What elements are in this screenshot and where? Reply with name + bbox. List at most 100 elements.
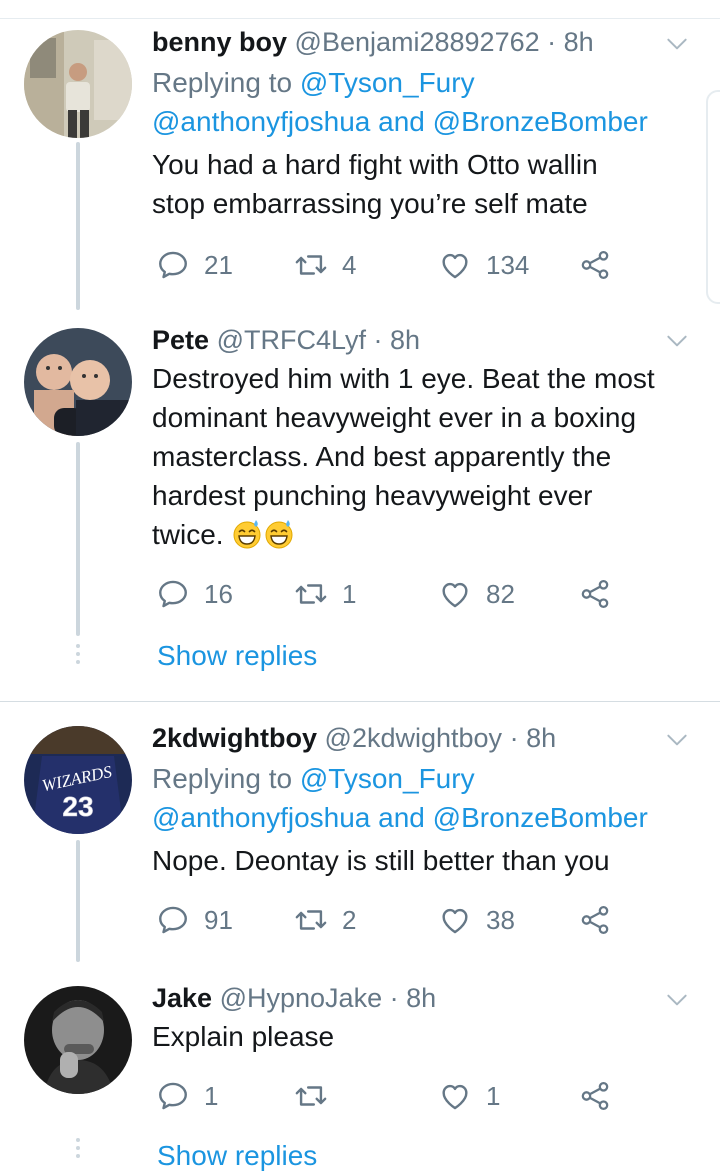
- share-icon: [578, 248, 612, 282]
- mention-link[interactable]: @Tyson_Fury: [300, 67, 475, 98]
- tweet-header: benny boy @Benjami28892762 · 8h: [152, 24, 700, 60]
- chevron-down-icon[interactable]: [664, 31, 690, 57]
- tweet-text-line: dominant heavyweight ever in a boxing: [152, 402, 637, 433]
- separator-dot: ·: [373, 325, 383, 355]
- like-button[interactable]: 1: [438, 1074, 500, 1118]
- thread-line: [76, 840, 80, 962]
- retweet-icon: [294, 248, 328, 282]
- share-button[interactable]: [578, 898, 612, 942]
- like-icon: [438, 1079, 472, 1113]
- like-count: 82: [486, 578, 515, 609]
- reply-count: 1: [204, 1080, 219, 1111]
- reply-button[interactable]: 91: [156, 898, 233, 942]
- user-name[interactable]: Jake: [152, 983, 212, 1013]
- tweet-time[interactable]: 8h: [564, 27, 594, 57]
- tweet-text-line: Nope. Deontay is still better than you: [152, 845, 610, 876]
- user-name[interactable]: 2kdwightboy: [152, 723, 317, 753]
- retweet-button[interactable]: 4: [294, 243, 356, 287]
- reply-button[interactable]: 16: [156, 572, 233, 616]
- tweet-header: 2kdwightboy @2kdwightboy · 8h: [152, 720, 700, 756]
- user-handle[interactable]: @Benjami28892762: [295, 27, 540, 57]
- reply-count: 21: [204, 249, 233, 280]
- share-button[interactable]: [578, 572, 612, 616]
- share-button[interactable]: [578, 243, 612, 287]
- share-button[interactable]: [578, 1074, 612, 1118]
- reply-icon: [156, 903, 190, 937]
- mention-link[interactable]: @anthonyfjoshua: [152, 106, 370, 137]
- reply-button[interactable]: 21: [156, 243, 233, 287]
- share-icon: [578, 1079, 612, 1113]
- mention-link[interactable]: @BronzeBomber: [433, 106, 648, 137]
- like-button[interactable]: 82: [438, 572, 515, 616]
- separator-dot: ·: [389, 983, 399, 1013]
- replying-to: Replying to @Tyson_Fury: [152, 759, 700, 798]
- separator-dot: ·: [509, 723, 519, 753]
- mention-link[interactable]: @BronzeBomber: [433, 802, 648, 833]
- avatar[interactable]: [24, 328, 132, 436]
- show-replies-link[interactable]: Show replies: [157, 1140, 317, 1172]
- tweet-pete[interactable]: Pete @TRFC4Lyf · 8h Destroyed him with 1…: [0, 310, 720, 702]
- and-others-link[interactable]: and: [378, 802, 425, 833]
- like-count: 1: [486, 1080, 501, 1111]
- tweet-actions: 1 1: [152, 1074, 672, 1118]
- like-icon: [438, 248, 472, 282]
- user-handle[interactable]: @TRFC4Lyf: [217, 325, 366, 355]
- avatar[interactable]: WIZARDS 23: [24, 726, 132, 834]
- tweet-2kdwightboy[interactable]: WIZARDS 23 2kdwightboy @2kdwightboy · 8h…: [0, 702, 720, 962]
- retweet-button[interactable]: [294, 1074, 342, 1118]
- thread-dots: [74, 1138, 82, 1162]
- and-others-link[interactable]: and: [378, 106, 425, 137]
- user-handle[interactable]: @HypnoJake: [220, 983, 383, 1013]
- like-count: 134: [486, 249, 530, 280]
- tweet-text-line: You had a hard fight with Otto wallin: [152, 149, 598, 180]
- replying-to-line2: @anthonyfjoshua and @BronzeBomber: [152, 102, 700, 141]
- replying-to-label: Replying to: [152, 67, 293, 98]
- share-icon: [578, 577, 612, 611]
- sweat-smile-emoji-icon: [263, 518, 295, 550]
- tweet-jake[interactable]: Jake @HypnoJake · 8h Explain please 1 1 …: [0, 962, 720, 1174]
- tweet-text-line: Explain please: [152, 1021, 335, 1052]
- reply-icon: [156, 248, 190, 282]
- svg-text:23: 23: [62, 791, 93, 822]
- sweat-smile-emoji-icon: [231, 518, 263, 550]
- retweet-icon: [294, 1079, 328, 1113]
- retweet-icon: [294, 577, 328, 611]
- show-replies-link[interactable]: Show replies: [157, 640, 317, 672]
- user-name[interactable]: Pete: [152, 325, 209, 355]
- tweet-text-line: masterclass. And best apparently the: [152, 441, 612, 472]
- replying-to-line2: @anthonyfjoshua and @BronzeBomber: [152, 798, 700, 837]
- retweet-button[interactable]: 2: [294, 898, 356, 942]
- tweet-text-line: Destroyed him with 1 eye. Beat the most: [152, 363, 655, 394]
- thread-dots: [74, 644, 82, 668]
- like-count: 38: [486, 904, 515, 935]
- user-handle[interactable]: @2kdwightboy: [325, 723, 503, 753]
- avatar[interactable]: [24, 30, 132, 138]
- tweet-actions: 16 1 82: [152, 572, 672, 616]
- tweet-header: Jake @HypnoJake · 8h: [152, 980, 700, 1016]
- retweet-count: 1: [342, 578, 357, 609]
- reply-icon: [156, 1079, 190, 1113]
- reply-button[interactable]: 1: [156, 1074, 218, 1118]
- mention-link[interactable]: @Tyson_Fury: [300, 763, 475, 794]
- tweet-text: Destroyed him with 1 eye. Beat the most …: [152, 359, 700, 554]
- tweet-time[interactable]: 8h: [390, 325, 420, 355]
- avatar[interactable]: [24, 986, 132, 1094]
- chevron-down-icon[interactable]: [664, 727, 690, 753]
- tweet-time[interactable]: 8h: [526, 723, 556, 753]
- thread-line: [76, 442, 80, 636]
- replying-to-label: Replying to: [152, 763, 293, 794]
- tweet-text-line: stop embarrassing you’re self mate: [152, 188, 588, 219]
- mention-link[interactable]: @anthonyfjoshua: [152, 802, 370, 833]
- tweet-time[interactable]: 8h: [406, 983, 436, 1013]
- chevron-down-icon[interactable]: [664, 328, 690, 354]
- like-button[interactable]: 134: [438, 243, 529, 287]
- user-name[interactable]: benny boy: [152, 27, 287, 57]
- reply-count: 16: [204, 578, 233, 609]
- retweet-count: 4: [342, 249, 357, 280]
- tweet-benny-boy[interactable]: benny boy @Benjami28892762 · 8h Replying…: [0, 0, 720, 310]
- tweet-text-line: twice.: [152, 515, 700, 554]
- retweet-button[interactable]: 1: [294, 572, 356, 616]
- chevron-down-icon[interactable]: [664, 987, 690, 1013]
- like-button[interactable]: 38: [438, 898, 515, 942]
- replying-to: Replying to @Tyson_Fury: [152, 63, 700, 102]
